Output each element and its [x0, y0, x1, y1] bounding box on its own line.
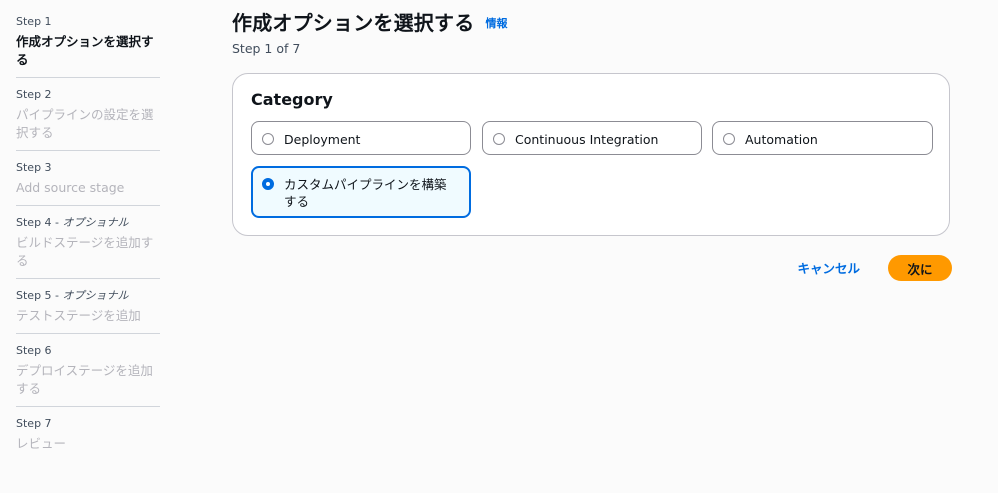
tile-label: Deployment: [284, 132, 361, 147]
next-button[interactable]: 次に: [888, 255, 952, 281]
step-label: Step 6: [16, 344, 52, 357]
tile-automation[interactable]: Automation: [712, 121, 933, 155]
steps-navigation: Step 1 作成オプションを選択する Step 2 パイプラインの設定を選択す…: [16, 14, 160, 470]
tile-label: Continuous Integration: [515, 132, 659, 147]
step-3: Step 3 Add source stage: [16, 160, 160, 206]
category-heading: Category: [251, 90, 333, 109]
tile-label: カスタムパイプラインを構築する: [284, 177, 447, 209]
step-7: Step 7 レビュー: [16, 416, 160, 461]
step-title: Add source stage: [16, 180, 125, 195]
step-title: レビュー: [16, 436, 67, 451]
step-4: Step 4 - オプショナル ビルドステージを追加する: [16, 215, 160, 279]
step-label: Step 7: [16, 417, 52, 430]
optional-tag: オプショナル: [62, 216, 129, 229]
page-header: 作成オプションを選択する 情報: [232, 9, 508, 37]
tile-continuous-integration[interactable]: Continuous Integration: [482, 121, 702, 155]
step-title: パイプラインの設定を選択する: [16, 107, 154, 140]
step-label: Step 1: [16, 15, 52, 28]
radio-button[interactable]: [262, 133, 274, 145]
step-title: 作成オプションを選択する: [16, 34, 154, 67]
radio-button[interactable]: [493, 133, 505, 145]
category-container: Category Deployment Continuous Integrati…: [232, 73, 950, 236]
step-label: Step 2: [16, 88, 52, 101]
action-bar: キャンセル 次に: [232, 255, 952, 283]
step-label: Step 3: [16, 161, 52, 174]
step-1: Step 1 作成オプションを選択する: [16, 14, 160, 78]
step-6: Step 6 デプロイステージを追加する: [16, 343, 160, 407]
step-2: Step 2 パイプラインの設定を選択する: [16, 87, 160, 151]
page: Step 1 作成オプションを選択する Step 2 パイプラインの設定を選択す…: [0, 0, 998, 493]
cancel-button[interactable]: キャンセル: [797, 255, 860, 283]
optional-tag: オプショナル: [62, 289, 129, 302]
step-title: デプロイステージを追加する: [16, 363, 153, 396]
step-counter: Step 1 of 7: [232, 41, 301, 56]
step-5: Step 5 - オプショナル テストステージを追加: [16, 288, 160, 334]
tile-label: Automation: [745, 132, 818, 147]
info-link[interactable]: 情報: [486, 15, 508, 31]
tile-custom-pipeline[interactable]: カスタムパイプラインを構築する: [251, 166, 471, 218]
radio-button[interactable]: [723, 133, 735, 145]
step-label: Step 4 - オプショナル: [16, 216, 129, 229]
step-label: Step 5 - オプショナル: [16, 289, 129, 302]
step-title: ビルドステージを追加する: [16, 235, 154, 268]
step-title: テストステージを追加: [16, 308, 141, 323]
page-title: 作成オプションを選択する: [232, 11, 475, 35]
tile-deployment[interactable]: Deployment: [251, 121, 471, 155]
radio-button-selected[interactable]: [262, 178, 274, 190]
